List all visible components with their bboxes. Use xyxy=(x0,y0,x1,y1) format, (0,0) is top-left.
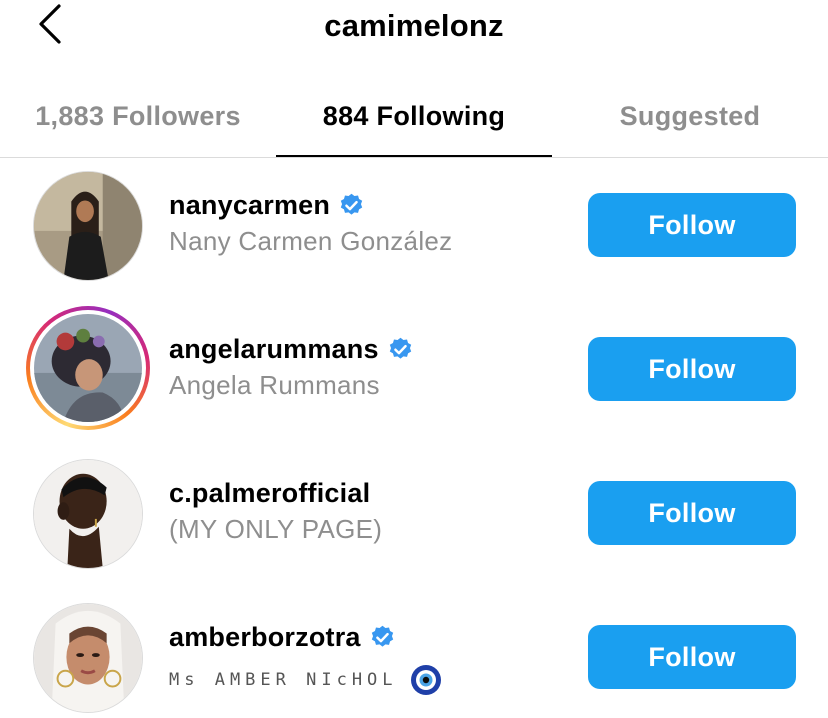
profile-photo xyxy=(34,172,142,280)
list-item: angelarummans Angela Rummans Follow xyxy=(0,304,828,448)
top-bar: camimelonz xyxy=(0,0,828,56)
username: angelarummans xyxy=(169,333,379,364)
full-name: Angela Rummans xyxy=(169,370,380,400)
full-name: Ms AMBER NIcHOL xyxy=(169,670,398,690)
follow-button[interactable]: Follow xyxy=(588,481,796,545)
list-item: amberborzotra Ms AMBER NIcHOL Follow xyxy=(0,592,828,718)
verified-badge-icon xyxy=(389,337,411,359)
avatar[interactable] xyxy=(32,458,144,570)
avatar[interactable] xyxy=(32,602,144,714)
avatar[interactable] xyxy=(32,170,144,282)
tab-bar: 1,883 Followers 884 Following Suggested xyxy=(0,74,828,158)
page-title: camimelonz xyxy=(324,8,504,43)
account-info[interactable]: c.palmerofficial (MY ONLY PAGE) xyxy=(169,476,382,545)
profile-photo xyxy=(34,314,142,422)
active-tab-indicator xyxy=(276,155,552,157)
full-name: (MY ONLY PAGE) xyxy=(169,514,383,544)
avatar-story-ring[interactable] xyxy=(26,306,150,430)
tab-suggested[interactable]: Suggested xyxy=(552,74,828,158)
username: c.palmerofficial xyxy=(169,477,371,508)
profile-photo xyxy=(34,604,142,712)
tab-followers[interactable]: 1,883 Followers xyxy=(0,74,276,158)
username: amberborzotra xyxy=(169,621,361,652)
follow-button[interactable]: Follow xyxy=(588,625,796,689)
follow-button[interactable]: Follow xyxy=(588,193,796,257)
account-info[interactable]: nanycarmen Nany Carmen González xyxy=(169,188,452,257)
full-name-line: Ms AMBER NIcHOL xyxy=(169,664,442,696)
account-info[interactable]: amberborzotra Ms AMBER NIcHOL xyxy=(169,620,442,696)
profile-photo xyxy=(34,460,142,568)
list-item: nanycarmen Nany Carmen González Follow xyxy=(0,160,828,304)
account-info[interactable]: angelarummans Angela Rummans xyxy=(169,332,414,401)
full-name: Nany Carmen González xyxy=(169,226,453,256)
username: nanycarmen xyxy=(169,189,331,220)
tab-following[interactable]: 884 Following xyxy=(276,74,552,158)
verified-badge-icon xyxy=(371,625,393,647)
verified-badge-icon xyxy=(340,193,363,215)
evil-eye-icon xyxy=(410,665,441,695)
list-item: c.palmerofficial (MY ONLY PAGE) Follow xyxy=(0,448,828,592)
follow-button[interactable]: Follow xyxy=(588,337,796,401)
